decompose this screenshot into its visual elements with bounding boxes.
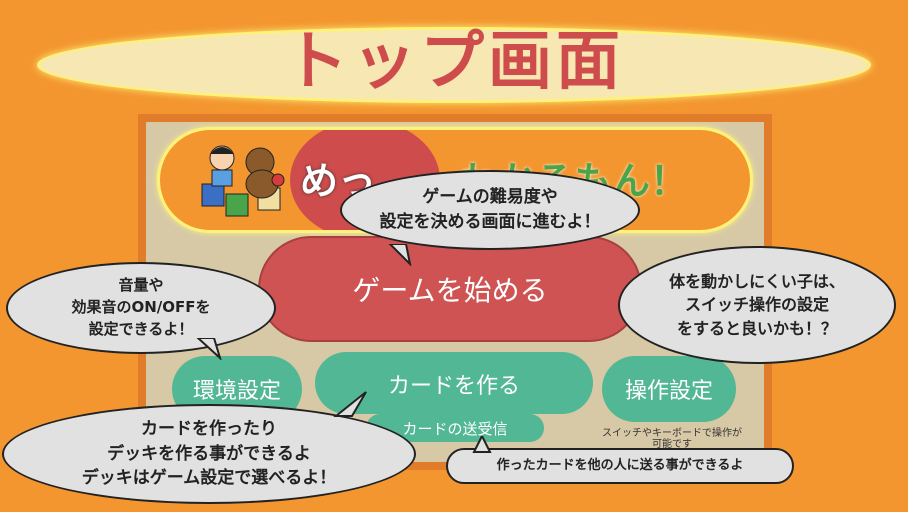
operation-settings-button[interactable]: 操作設定 <box>602 356 736 422</box>
bubble-line: スイッチ操作の設定 <box>684 295 829 315</box>
bubble-line: 音量や <box>118 276 164 295</box>
send-tooltip-bubble: 作ったカードを他の人に送る事ができるよ <box>446 448 794 484</box>
bubble-line: 体を動かしにくい子は、 <box>669 272 845 292</box>
start-tooltip-bubble: ゲームの難易度や 設定を決める画面に進むよ！ <box>340 170 640 250</box>
bubble-tail <box>388 244 412 266</box>
bubble-line: をすると良いかも！？ <box>676 318 837 338</box>
bubble-line: デッキを作る事ができるよ <box>107 443 311 464</box>
bubble-tail <box>333 391 367 417</box>
bubble-tail <box>472 436 492 453</box>
bubble-line: 効果音のON/OFFを <box>71 298 211 317</box>
bubble-line: 設定できるよ！ <box>88 319 194 338</box>
operation-tooltip-bubble: 体を動かしにくい子は、 スイッチ操作の設定 をすると良いかも！？ <box>618 246 896 364</box>
start-game-button[interactable]: ゲームを始める <box>258 236 642 342</box>
bubble-line: カードを作ったり <box>141 419 277 440</box>
bubble-line: ゲームの難易度や <box>422 187 558 208</box>
mascot-icon <box>201 145 285 217</box>
operation-note: スイッチやキーボードで操作が可能です <box>602 428 742 450</box>
card-tooltip-bubble: カードを作ったり デッキを作る事ができるよ デッキはゲーム設定で選べるよ！ <box>2 404 416 504</box>
page-title: トップ画面 <box>284 25 624 99</box>
bubble-line: 設定を決める画面に進むよ！ <box>379 212 601 232</box>
sound-tooltip-bubble: 音量や 効果音のON/OFFを 設定できるよ！ <box>6 262 276 354</box>
bubble-line: デッキはゲーム設定で選べるよ！ <box>81 468 337 489</box>
bubble-tail <box>196 338 222 360</box>
